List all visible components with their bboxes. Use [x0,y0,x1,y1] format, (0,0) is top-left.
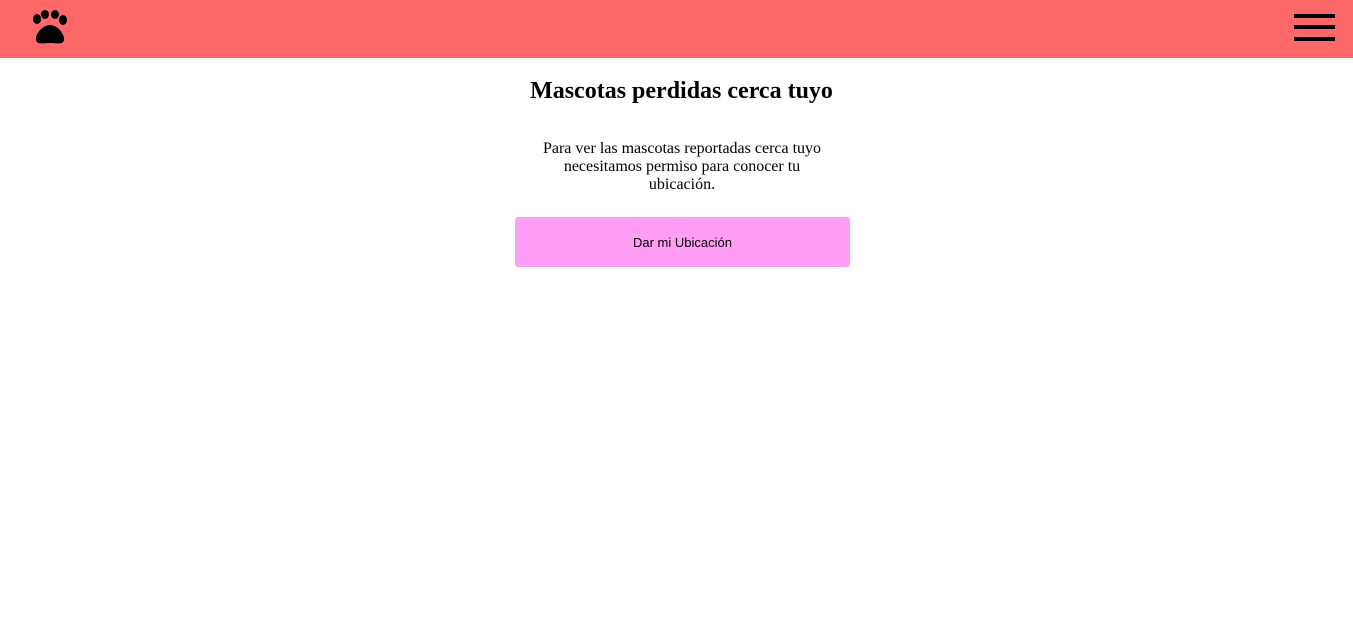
location-permission-message: Para ver las mascotas reportadas cerca t… [542,140,822,193]
page-title: Mascotas perdidas cerca tuyo [530,78,833,104]
menu-bar-middle [1294,25,1335,29]
menu-bar-top [1294,14,1335,18]
menu-bar-bottom [1294,37,1335,41]
top-nav-bar [0,0,1353,58]
hamburger-menu-icon[interactable] [1294,14,1336,42]
give-location-button[interactable]: Dar mi Ubicación [515,217,850,267]
paw-logo-icon[interactable] [29,10,69,46]
